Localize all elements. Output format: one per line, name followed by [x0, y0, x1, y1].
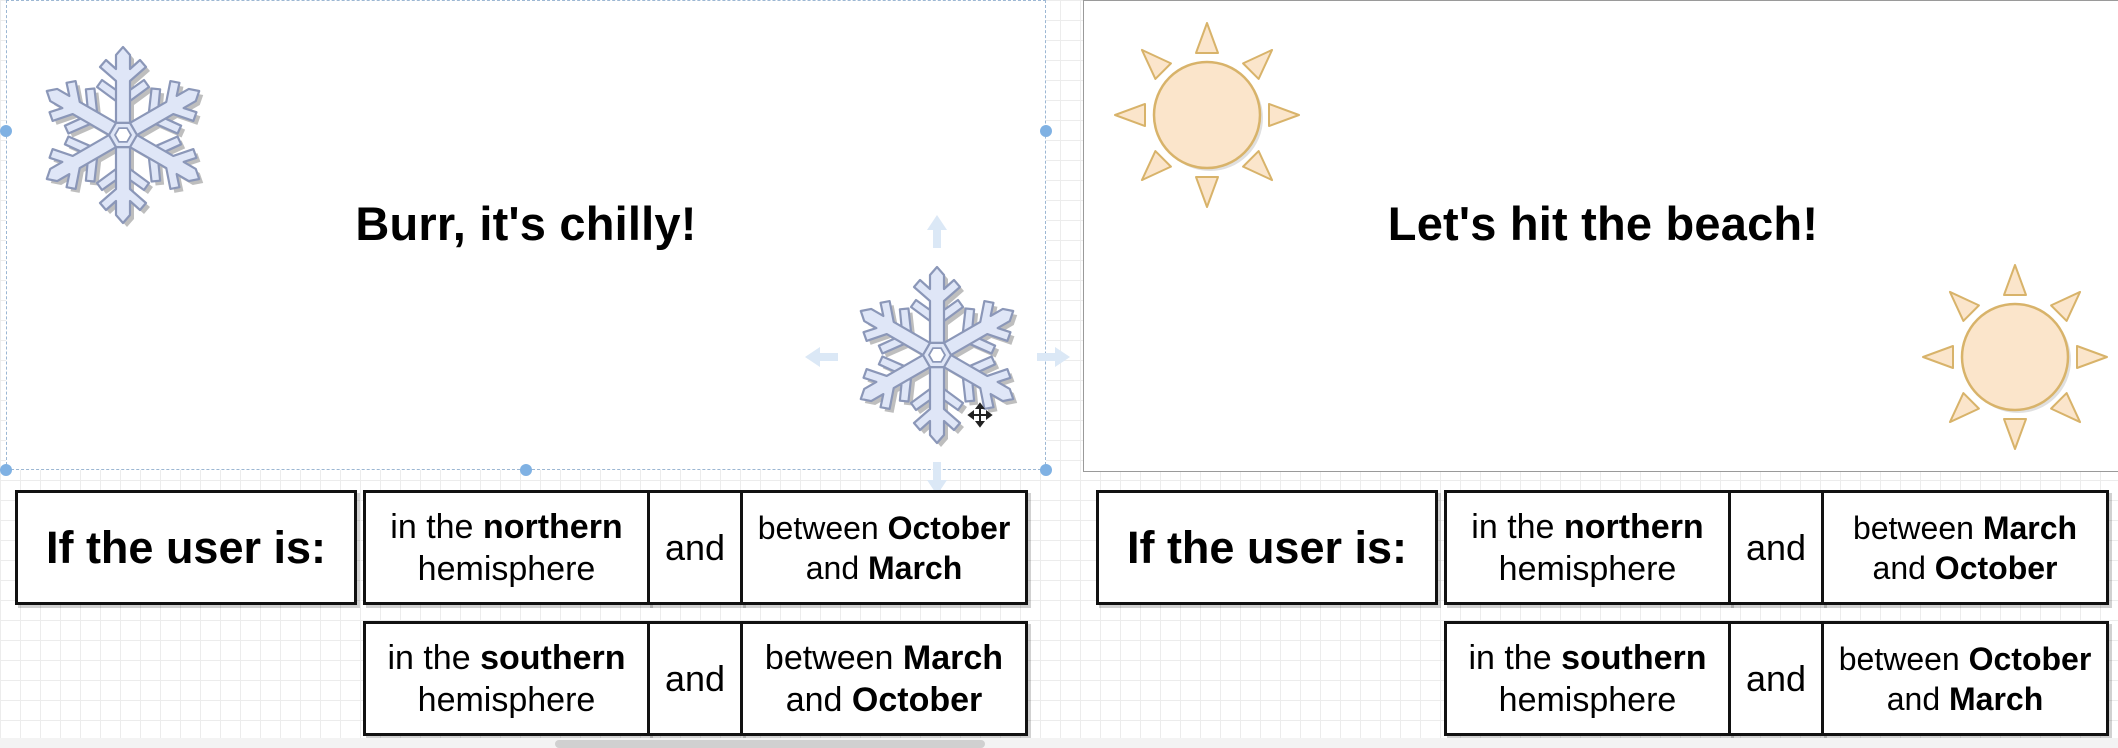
selection-handle-bottom-center[interactable]	[520, 464, 532, 476]
selection-handle-right[interactable]	[1040, 125, 1052, 137]
move-cursor-icon	[967, 402, 993, 428]
horizontal-scrollbar[interactable]	[555, 740, 985, 748]
summer-condition-label[interactable]: If the user is:	[1096, 490, 1438, 605]
selection-handle-bottom-left[interactable]	[0, 464, 12, 476]
bottom-bar	[0, 738, 2118, 748]
diagram-canvas[interactable]: Burr, it's chilly! If the user is: in th…	[0, 0, 2118, 748]
winter-row2-range[interactable]: between March and October	[740, 621, 1028, 736]
sun-icon[interactable]	[1920, 262, 2110, 452]
winter-row1-range[interactable]: between October and March	[740, 490, 1028, 605]
winter-row2-hemisphere[interactable]: in the southern hemisphere	[363, 621, 650, 736]
move-arrows-icon	[805, 215, 1070, 495]
summer-row1-hemisphere[interactable]: in the northern hemisphere	[1444, 490, 1731, 605]
sun-icon[interactable]	[1112, 20, 1302, 210]
winter-condition-label[interactable]: If the user is:	[15, 490, 357, 605]
selection-handle-left[interactable]	[0, 125, 12, 137]
snowflake-icon[interactable]	[38, 42, 208, 228]
summer-row2-range[interactable]: between October and March	[1821, 621, 2109, 736]
summer-row1-range[interactable]: between March and October	[1821, 490, 2109, 605]
summer-row1-and[interactable]: and	[1728, 490, 1824, 605]
summer-row2-and[interactable]: and	[1728, 621, 1824, 736]
winter-row2-and[interactable]: and	[647, 621, 743, 736]
winter-row1-and[interactable]: and	[647, 490, 743, 605]
winter-row1-hemisphere[interactable]: in the northern hemisphere	[363, 490, 650, 605]
summer-row2-hemisphere[interactable]: in the southern hemisphere	[1444, 621, 1731, 736]
